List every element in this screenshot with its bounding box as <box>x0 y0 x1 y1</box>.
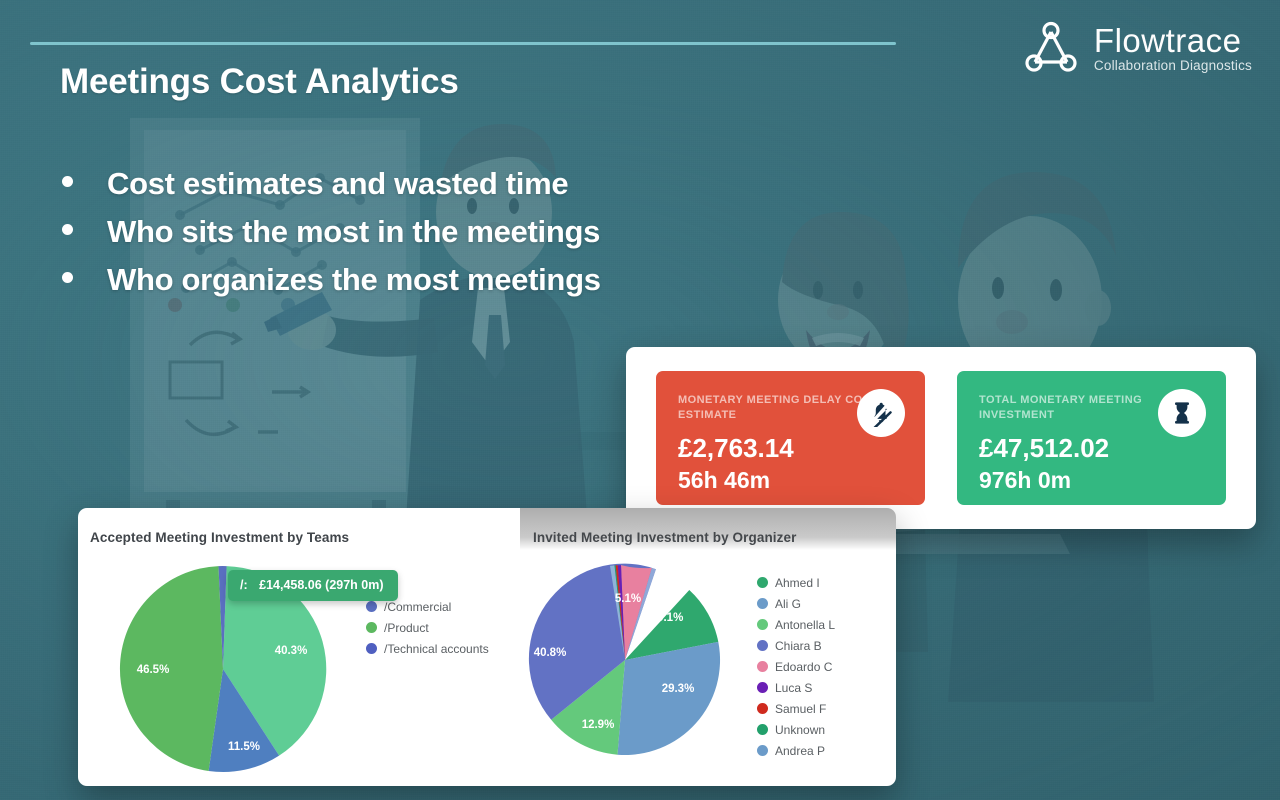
legend-item[interactable]: Antonella L <box>757 614 835 635</box>
bullet-dot-icon <box>62 176 73 187</box>
legend-label: Edoardo C <box>775 659 833 674</box>
bullet-dot-icon <box>62 224 73 235</box>
bullet-list: Cost estimates and wasted time Who sits … <box>62 160 822 304</box>
bullet-text: Who organizes the most meetings <box>107 262 601 297</box>
legend-swatch-icon <box>757 703 768 714</box>
chart-invited-meeting-investment-by-organizer: Invited Meeting Investment by Organizer <box>528 508 896 786</box>
page-title: Meetings Cost Analytics <box>60 62 459 101</box>
legend-item[interactable]: Andrea P <box>757 740 835 761</box>
legend-label: Ali G <box>775 596 802 611</box>
three-node-network-icon <box>1022 20 1080 78</box>
slide-canvas: Meetings Cost Analytics Flowtrace Collab… <box>0 0 1280 800</box>
slice-label: 12.9% <box>582 719 615 731</box>
pie-chart-organizer[interactable]: 10.1% 29.3% 12.9% 40.8% 5.1% <box>515 556 735 768</box>
legend-swatch-icon <box>366 622 377 633</box>
tooltip-key: /: <box>240 578 248 592</box>
kpi-subvalue: 56h 46m <box>678 467 771 493</box>
legend-swatch-icon <box>757 661 768 672</box>
slice-label: 46.5% <box>137 664 170 676</box>
kpi-label: TOTAL MONETARY MEETING INVESTMENT <box>979 394 1143 421</box>
legend-label: Andrea P <box>775 743 826 758</box>
slice-label: 40.3% <box>275 645 308 657</box>
header-rule <box>30 42 896 45</box>
kpi-value: £47,512.02 <box>979 433 1110 463</box>
legend-item[interactable]: /Technical accounts <box>366 638 489 659</box>
legend-label: /Technical accounts <box>384 641 489 656</box>
legend-swatch-icon <box>366 601 377 612</box>
legend-item[interactable]: Edoardo C <box>757 656 835 677</box>
legend-swatch-icon <box>757 577 768 588</box>
legend-item[interactable]: Ali G <box>757 593 835 614</box>
legend-swatch-icon <box>757 745 768 756</box>
legend-item[interactable]: Unknown <box>757 719 835 740</box>
legend-item[interactable]: /Product <box>366 617 489 638</box>
kpi-label: MONETARY MEETING DELAY COST ESTIMATE <box>678 394 878 421</box>
kpi-value: £2,763.14 <box>678 433 794 463</box>
legend-label: Ahmed I <box>775 575 820 590</box>
legend-label: Luca S <box>775 680 813 695</box>
slice-label: 5.1% <box>615 593 641 605</box>
bullet-text: Who sits the most in the meetings <box>107 214 601 249</box>
chart-legend-organizer: Ahmed I Ali G Antonella L Chiara B Edoar… <box>757 572 835 761</box>
logo-tagline: Collaboration Diagnostics <box>1093 58 1252 73</box>
legend-item[interactable]: Chiara B <box>757 635 835 656</box>
slice-label: 10.1% <box>651 612 684 624</box>
bell-off-icon <box>857 389 905 437</box>
charts-panel: Accepted Meeting Investment by Teams 40.… <box>78 508 896 786</box>
flowtrace-logo: Flowtrace Collaboration Diagnostics <box>1022 20 1252 78</box>
logo-name: Flowtrace <box>1093 22 1242 59</box>
list-item: Cost estimates and wasted time <box>62 160 822 208</box>
list-item: Who organizes the most meetings <box>62 256 822 304</box>
slice-label: 11.5% <box>228 741 260 753</box>
legend-swatch-icon <box>757 724 768 735</box>
slice-label: 40.8% <box>534 647 567 659</box>
legend-label: /Commercial <box>384 599 452 614</box>
tooltip-value: £14,458.06 (297h 0m) <box>259 578 384 592</box>
legend-item[interactable]: Ahmed I <box>757 572 835 593</box>
legend-item[interactable]: Luca S <box>757 677 835 698</box>
chart-title: Accepted Meeting Investment by Teams <box>90 530 350 545</box>
legend-label: Samuel F <box>775 701 827 716</box>
bullet-text: Cost estimates and wasted time <box>107 166 569 201</box>
list-item: Who sits the most in the meetings <box>62 208 822 256</box>
chart-title: Invited Meeting Investment by Organizer <box>533 530 797 545</box>
legend-item[interactable]: Samuel F <box>757 698 835 719</box>
legend-swatch-icon <box>757 598 768 609</box>
kpi-panel: MONETARY MEETING DELAY COST ESTIMATE £2,… <box>626 347 1256 529</box>
legend-label: Chiara B <box>775 638 822 653</box>
legend-swatch-icon <box>757 682 768 693</box>
kpi-subvalue: 976h 0m <box>979 467 1072 493</box>
pie-chart-tooltip: /: £14,458.06 (297h 0m) <box>228 570 398 601</box>
chart-legend-teams: /Commercial /Product /Technical accounts <box>366 596 489 659</box>
kpi-card-total-investment[interactable]: TOTAL MONETARY MEETING INVESTMENT £47,51… <box>957 371 1226 505</box>
legend-swatch-icon <box>757 640 768 651</box>
slice-label: 29.3% <box>662 683 695 695</box>
bullet-dot-icon <box>62 272 73 283</box>
legend-label: Unknown <box>775 722 826 737</box>
legend-swatch-icon <box>757 619 768 630</box>
hourglass-icon <box>1158 389 1206 437</box>
legend-label: /Product <box>384 620 429 635</box>
chart-accepted-meeting-investment-by-teams: Accepted Meeting Investment by Teams 40.… <box>78 508 533 786</box>
legend-swatch-icon <box>366 643 377 654</box>
legend-label: Antonella L <box>775 617 836 632</box>
kpi-card-delay-cost[interactable]: MONETARY MEETING DELAY COST ESTIMATE £2,… <box>656 371 925 505</box>
